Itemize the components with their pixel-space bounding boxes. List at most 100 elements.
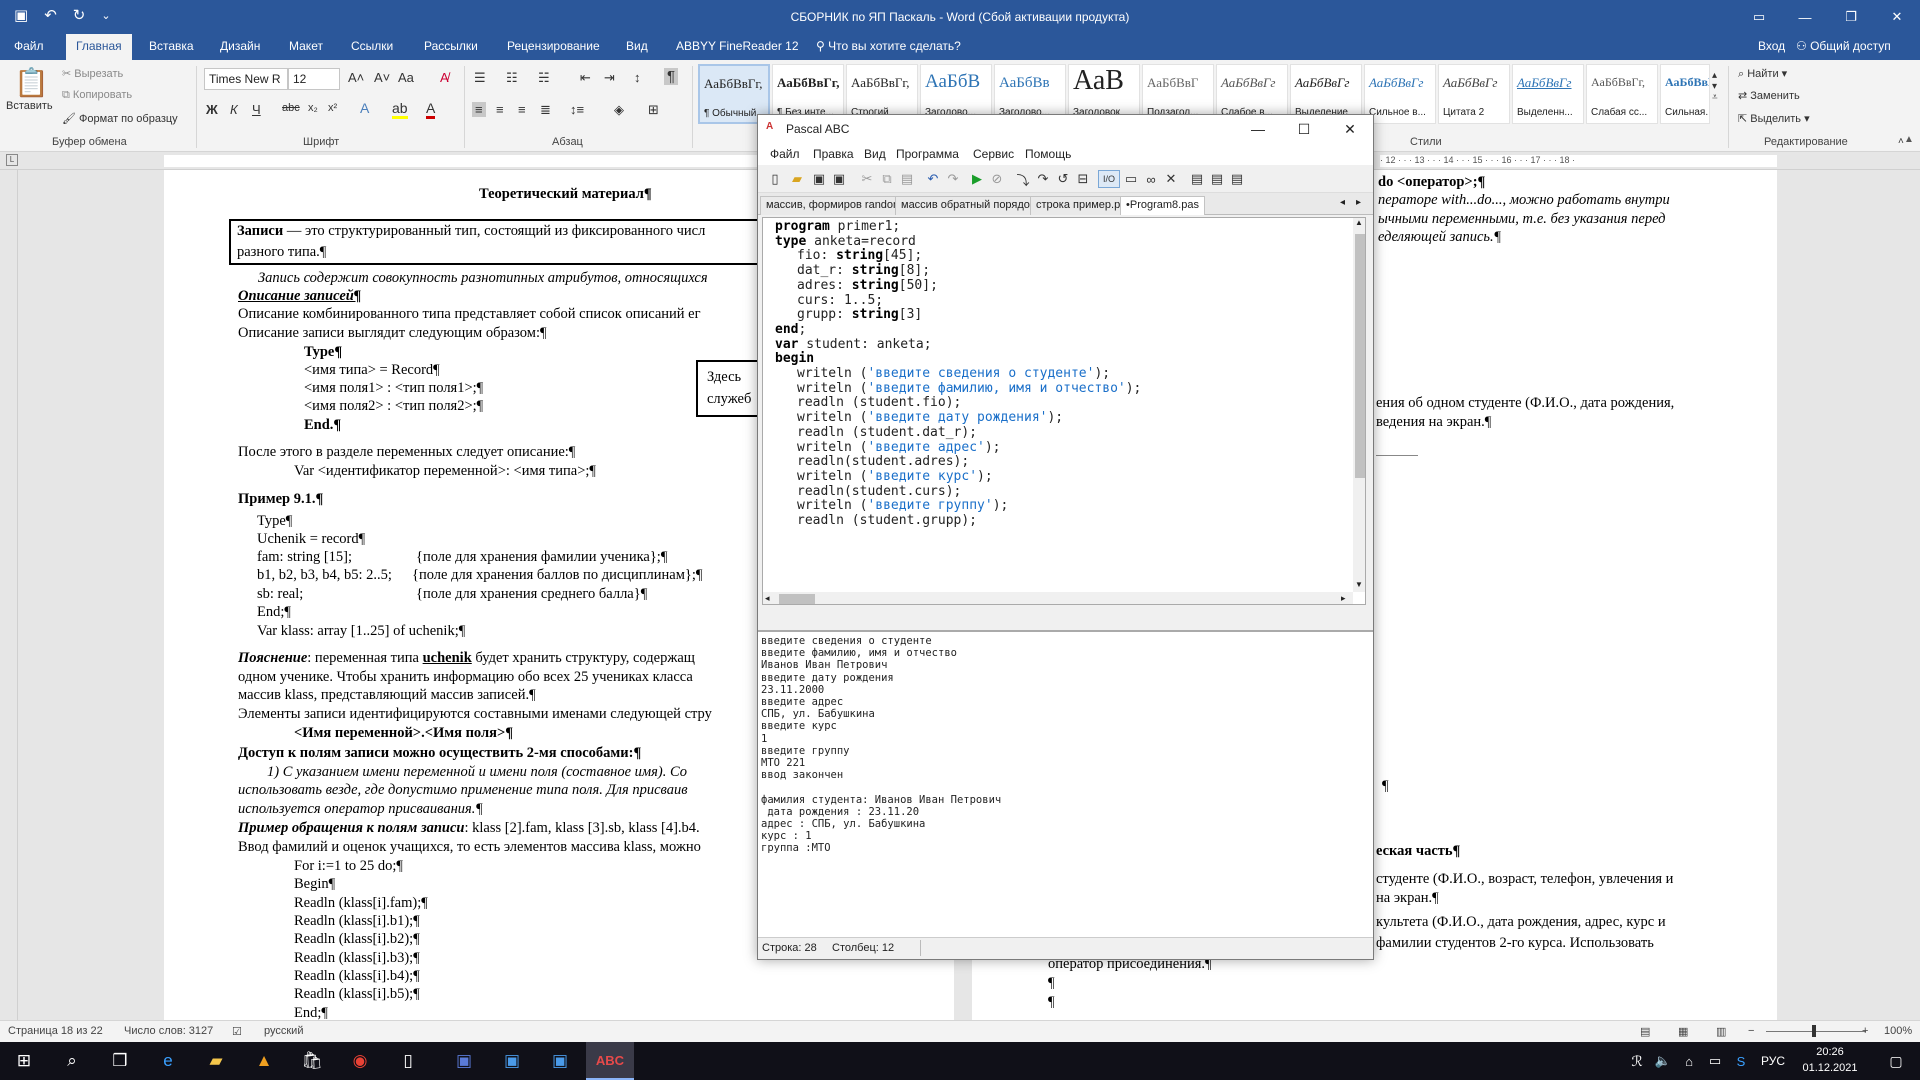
paste-button[interactable]: Вставить bbox=[6, 100, 53, 112]
multilevel-list-icon[interactable]: ☵ bbox=[538, 70, 550, 86]
menu-edit[interactable]: Правка bbox=[813, 147, 854, 161]
menu-help[interactable]: Помощь bbox=[1025, 147, 1071, 161]
input-language[interactable]: РУС bbox=[1756, 1042, 1790, 1080]
run-icon[interactable]: ▶ bbox=[968, 170, 986, 188]
pascal-maximize-icon[interactable]: ☐ bbox=[1281, 115, 1327, 143]
scroll-left-icon[interactable]: ◂ bbox=[765, 593, 770, 604]
pascal-minimize-icon[interactable]: — bbox=[1235, 115, 1281, 143]
style-intense-reference[interactable]: АаБбВвГг, Сильная... bbox=[1660, 64, 1710, 124]
tab-references[interactable]: Ссылки bbox=[351, 39, 393, 53]
app-triangle-icon[interactable]: ▲ bbox=[240, 1042, 288, 1080]
save-icon[interactable]: ▣ bbox=[810, 170, 828, 188]
zoom-in-icon[interactable]: + bbox=[1862, 1025, 1868, 1037]
ribbon-display-icon[interactable]: ▭ bbox=[1736, 0, 1782, 34]
bold-icon[interactable]: Ж bbox=[206, 102, 218, 117]
scroll-right-icon[interactable]: ▸ bbox=[1341, 593, 1346, 604]
font-name-box[interactable]: Times New R bbox=[204, 68, 288, 90]
cut-icon[interactable]: ✂ bbox=[858, 170, 876, 188]
clear-formatting-icon[interactable]: A̸ bbox=[440, 70, 449, 85]
borders-icon[interactable]: ⊞ bbox=[648, 102, 659, 118]
skype-icon[interactable]: S bbox=[1728, 1042, 1754, 1080]
copy-button[interactable]: ⧉ Копировать bbox=[62, 89, 132, 102]
read-mode-icon[interactable]: ▤ bbox=[1640, 1025, 1650, 1038]
pascalabc-taskbar-icon[interactable]: ABC bbox=[586, 1042, 634, 1080]
decrease-indent-icon[interactable]: ⇤ bbox=[580, 70, 591, 86]
proofing-icon[interactable]: ☑ bbox=[232, 1025, 242, 1038]
format-painter-button[interactable]: 🖌 Формат по образцу bbox=[62, 112, 178, 125]
menu-file[interactable]: Файл bbox=[770, 147, 800, 161]
font-size-box[interactable]: 12 bbox=[288, 68, 340, 90]
tab-view[interactable]: Вид bbox=[626, 39, 648, 53]
person-tray-icon[interactable]: ℛ bbox=[1624, 1042, 1650, 1080]
io-toggle-icon[interactable]: I/O bbox=[1098, 170, 1120, 188]
tab-scroll-left-icon[interactable]: ◂ bbox=[1340, 197, 1345, 208]
file-explorer-icon[interactable]: ▰ bbox=[192, 1042, 240, 1080]
scroll-up-icon[interactable]: ▲ bbox=[1904, 134, 1914, 145]
tab-review[interactable]: Рецензирование bbox=[507, 39, 600, 53]
select-button[interactable]: ⇱ Выделить ▾ bbox=[1738, 112, 1810, 125]
menu-service[interactable]: Сервис bbox=[973, 147, 1014, 161]
tab-scroll-right-icon[interactable]: ▸ bbox=[1356, 197, 1361, 208]
task-view-icon[interactable]: ❒ bbox=[96, 1042, 144, 1080]
clock[interactable]: 20:26 01.12.2021 bbox=[1790, 1044, 1870, 1078]
step-into-icon[interactable]: ⤵ bbox=[1014, 170, 1032, 188]
find-button[interactable]: ⌕ Найти ▾ bbox=[1738, 67, 1787, 81]
justify-icon[interactable]: ≣ bbox=[540, 102, 551, 118]
word-count[interactable]: Число слов: 3127 bbox=[124, 1025, 213, 1037]
windows-start-icon[interactable]: ⊞ bbox=[0, 1042, 48, 1080]
shrink-font-icon[interactable]: A˅ bbox=[374, 70, 390, 85]
zoom-out-icon[interactable]: − bbox=[1748, 1025, 1754, 1037]
numbering-icon[interactable]: ☷ bbox=[506, 70, 518, 86]
step-out-icon[interactable]: ↺ bbox=[1054, 170, 1072, 188]
language-indicator[interactable]: русский bbox=[264, 1025, 303, 1037]
cut-button[interactable]: ✂ Вырезать bbox=[62, 67, 123, 80]
style-quote[interactable]: АаБбВвГг Цитата 2 bbox=[1438, 64, 1510, 124]
edge-icon[interactable]: e bbox=[144, 1042, 192, 1080]
pascal-close-icon[interactable]: ✕ bbox=[1327, 115, 1373, 143]
new-file-icon[interactable]: ▯ bbox=[766, 170, 784, 188]
scroll-down-icon[interactable]: ▼ bbox=[1355, 580, 1363, 589]
superscript-icon[interactable]: x² bbox=[328, 102, 337, 114]
grow-font-icon[interactable]: A˄ bbox=[348, 70, 364, 85]
glasses-icon[interactable]: ∞ bbox=[1142, 170, 1160, 188]
subscript-icon[interactable]: x₂ bbox=[308, 102, 318, 114]
tab-mailings[interactable]: Рассылки bbox=[424, 39, 478, 53]
chrome-icon[interactable]: ◉ bbox=[336, 1042, 384, 1080]
tab-selector-icon[interactable]: L bbox=[6, 154, 18, 166]
collapse-ribbon-icon[interactable]: ˄ bbox=[1898, 136, 1904, 147]
style-intense-emphasis[interactable]: АаБбВвГг Сильное в... bbox=[1364, 64, 1436, 124]
tell-me-search[interactable]: ⚲ Что вы хотите сделать? bbox=[816, 39, 961, 53]
volume-icon[interactable]: 🔈 bbox=[1650, 1042, 1676, 1080]
stop-icon[interactable]: ⊘ bbox=[988, 170, 1006, 188]
floppy-app-icon[interactable]: ▣ bbox=[440, 1042, 488, 1080]
web-layout-icon[interactable]: ▥ bbox=[1716, 1025, 1726, 1038]
paste-icon[interactable]: 📋 bbox=[14, 66, 49, 99]
change-case-icon[interactable]: Aa bbox=[398, 70, 414, 85]
paste-icon[interactable]: ▤ bbox=[898, 170, 916, 188]
menu-view[interactable]: Вид bbox=[864, 147, 886, 161]
share-button[interactable]: ⚇ Общий доступ bbox=[1796, 39, 1891, 53]
bullets-icon[interactable]: ☰ bbox=[474, 70, 486, 86]
word-app-icon[interactable]: ▣ bbox=[536, 1042, 584, 1080]
save-all-icon[interactable]: ▣ bbox=[830, 170, 848, 188]
zoom-slider[interactable] bbox=[1766, 1031, 1866, 1032]
open-folder-icon[interactable]: ▰ bbox=[788, 170, 806, 188]
tab-insert[interactable]: Вставка bbox=[149, 39, 194, 53]
network-icon[interactable]: ⌂ bbox=[1676, 1042, 1702, 1080]
panel3-icon[interactable]: ▤ bbox=[1228, 170, 1246, 188]
close-tab-icon[interactable]: ✕ bbox=[1162, 170, 1180, 188]
text-effects-icon[interactable]: A bbox=[360, 100, 369, 116]
tab-home[interactable]: Главная bbox=[66, 34, 132, 60]
signin-link[interactable]: Вход bbox=[1758, 39, 1785, 53]
strikethrough-icon[interactable]: abc bbox=[282, 102, 300, 114]
document-app-icon[interactable]: ▯ bbox=[384, 1042, 432, 1080]
italic-icon[interactable]: К bbox=[230, 102, 238, 117]
zoom-slider-thumb[interactable] bbox=[1812, 1025, 1816, 1037]
file-tab-active[interactable]: •Program8.pas bbox=[1120, 196, 1205, 215]
redo-icon[interactable]: ↷ bbox=[944, 170, 962, 188]
window-icon[interactable]: ▭ bbox=[1122, 170, 1140, 188]
code-editor[interactable]: program primer1; type anketa=record fio: s… bbox=[762, 217, 1366, 605]
tab-file[interactable]: Файл bbox=[14, 39, 44, 53]
show-marks-icon[interactable]: ¶ bbox=[664, 68, 679, 85]
tab-layout[interactable]: Макет bbox=[289, 39, 323, 53]
